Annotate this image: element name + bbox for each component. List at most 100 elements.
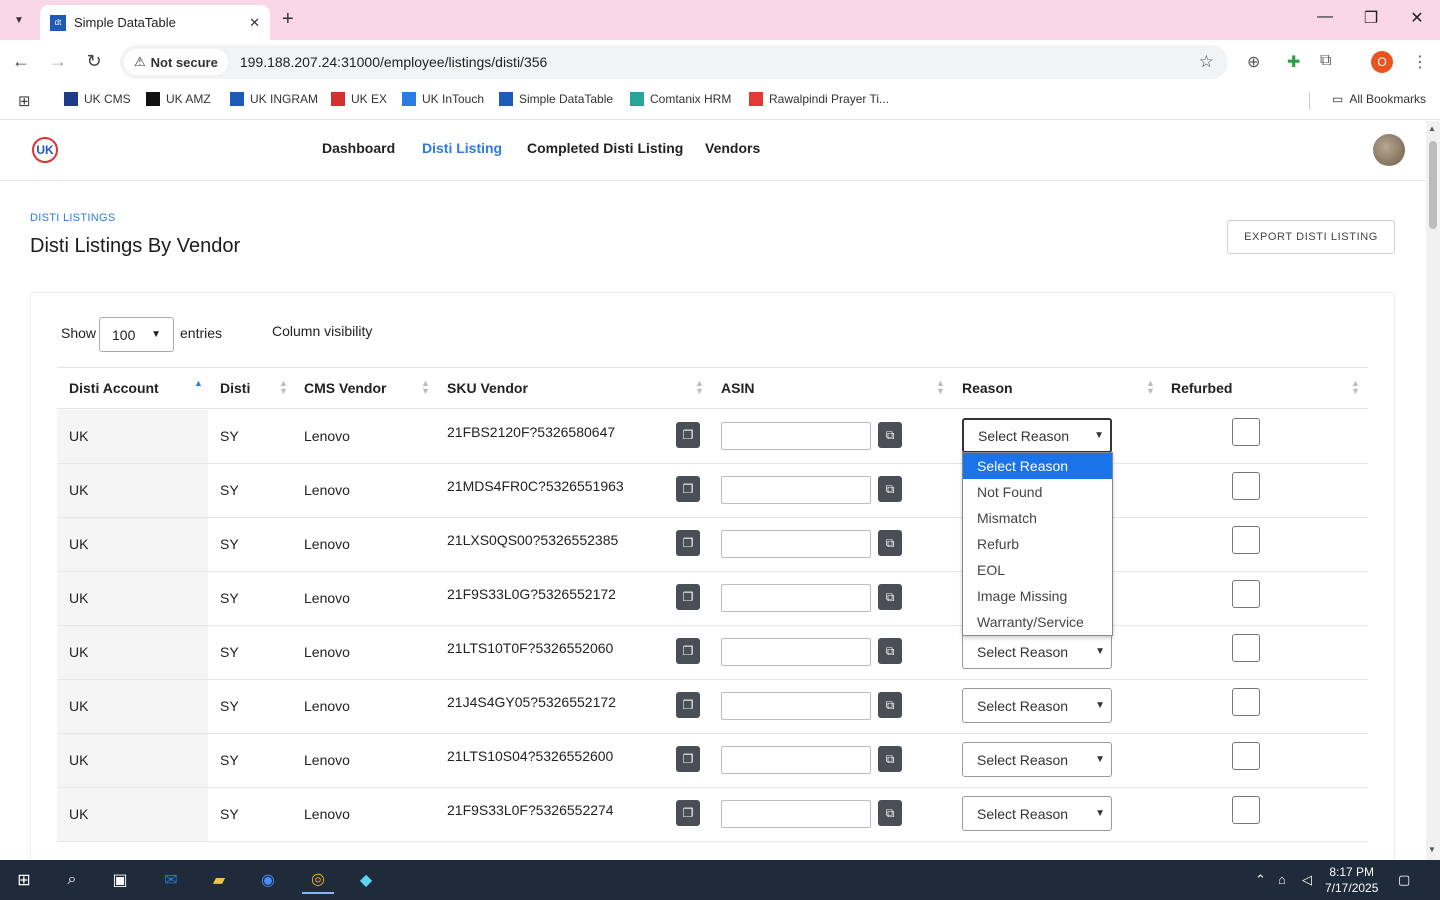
copy-sku-button[interactable]: ❐ [676,422,700,448]
asin-input[interactable] [721,476,871,504]
zoom-icon[interactable]: ◉ [252,866,284,894]
bookmark-item[interactable]: UK INGRAM [230,92,318,106]
extension-plus-icon[interactable]: ✚ [1287,52,1300,72]
column-header-asin[interactable]: ASIN [721,380,754,396]
nav-completed-disti-listing[interactable]: Completed Disti Listing [527,140,683,156]
page-scrollbar[interactable]: ▲ ▼ [1426,121,1440,860]
minimize-button[interactable]: — [1302,8,1348,26]
asin-input[interactable] [721,800,871,828]
close-tab-icon[interactable]: ✕ [249,15,260,31]
restore-button[interactable]: ❐ [1348,8,1394,28]
column-header-disti[interactable]: Disti [220,380,250,396]
windows-start-icon[interactable]: ⊞ [8,866,40,894]
copy-asin-button[interactable]: ⧉ [878,422,902,448]
bookmark-item[interactable]: Comtanix HRM [630,92,731,106]
search-icon[interactable]: ⌕ [56,866,88,894]
copy-sku-button[interactable]: ❐ [676,476,700,502]
nav-dashboard[interactable]: Dashboard [322,140,395,156]
reason-option[interactable]: Warranty/Service [963,609,1112,635]
asin-input[interactable] [721,584,871,612]
refurbed-checkbox[interactable] [1232,418,1260,446]
asin-input[interactable] [721,422,871,450]
refurbed-checkbox[interactable] [1232,742,1260,770]
reason-option[interactable]: Refurb [963,531,1112,557]
refurbed-checkbox[interactable] [1232,580,1260,608]
column-header-refurbed[interactable]: Refurbed [1171,380,1232,396]
reason-option[interactable]: Select Reason [963,453,1112,479]
browser-tab[interactable]: dt Simple DataTable ✕ [40,5,270,40]
copy-sku-button[interactable]: ❐ [676,638,700,664]
all-bookmarks-button[interactable]: ▭ All Bookmarks [1332,92,1426,106]
translate-icon[interactable]: ⊕ [1247,52,1260,72]
app-diamond-icon[interactable]: ◆ [350,866,382,894]
sort-icon[interactable]: ▲ ▼ [1351,379,1360,396]
app-logo[interactable]: UK [32,137,58,163]
bookmark-item[interactable]: UK InTouch [402,92,484,106]
reason-select[interactable]: Select Reason ▼ [962,634,1112,669]
refurbed-checkbox[interactable] [1232,634,1260,662]
chrome-icon[interactable]: ◎ [302,866,334,894]
bookmark-item[interactable]: Simple DataTable [499,92,613,106]
reason-select[interactable]: Select Reason ▼ [962,688,1112,723]
profile-avatar[interactable]: O [1371,51,1393,73]
volume-icon[interactable]: ◁ [1302,872,1312,888]
copy-asin-button[interactable]: ⧉ [878,746,902,772]
reason-dropdown-list[interactable]: Select Reason Not Found Mismatch Refurb EOL I… [962,452,1113,636]
site-info-chip[interactable]: ⚠ Not secure [124,49,228,75]
extensions-puzzle-icon[interactable]: ⧉ [1320,52,1331,70]
asin-input[interactable] [721,692,871,720]
tab-search-button[interactable]: ▼ [8,9,30,31]
column-header-disti-account[interactable]: Disti Account [69,380,159,396]
bookmark-item[interactable]: Rawalpindi Prayer Ti... [749,92,889,106]
asin-input[interactable] [721,746,871,774]
task-view-icon[interactable]: ▣ [104,866,136,894]
sort-icon[interactable]: ▲ ▼ [279,379,288,396]
sort-icon[interactable]: ▲ ▼ [421,379,430,396]
bookmark-item[interactable]: UK EX [331,92,387,106]
column-header-reason[interactable]: Reason [962,380,1013,396]
copy-asin-button[interactable]: ⧉ [878,800,902,826]
copy-sku-button[interactable]: ❐ [676,692,700,718]
notifications-icon[interactable]: ▢ [1398,872,1410,888]
page-length-select[interactable]: 100 ▼ [99,317,174,352]
reason-option[interactable]: Mismatch [963,505,1112,531]
user-avatar[interactable] [1373,134,1405,166]
column-header-cms-vendor[interactable]: CMS Vendor [304,380,386,396]
column-visibility-button[interactable]: Column visibility [272,323,372,339]
reason-select[interactable]: Select Reason ▼ [962,418,1112,453]
reason-select[interactable]: Select Reason ▼ [962,742,1112,777]
reason-option[interactable]: Image Missing [963,583,1112,609]
nav-vendors[interactable]: Vendors [705,140,760,156]
copy-sku-button[interactable]: ❐ [676,746,700,772]
refurbed-checkbox[interactable] [1232,472,1260,500]
scroll-up-arrow-icon[interactable]: ▲ [1428,124,1436,133]
tray-chevron-up-icon[interactable]: ⌃ [1255,872,1266,888]
scrollbar-thumb[interactable] [1429,141,1437,229]
reload-icon[interactable]: ↻ [83,51,105,72]
sort-icon[interactable]: ▲ ▼ [695,379,704,396]
refurbed-checkbox[interactable] [1232,796,1260,824]
reason-select[interactable]: Select Reason ▼ [962,796,1112,831]
refurbed-checkbox[interactable] [1232,526,1260,554]
kebab-menu-icon[interactable]: ⋮ [1412,52,1428,72]
column-header-sku-vendor[interactable]: SKU Vendor [447,380,528,396]
sort-icon[interactable]: ▲ ▼ [936,379,945,396]
copy-asin-button[interactable]: ⧉ [878,476,902,502]
forward-arrow-icon[interactable]: → [47,51,69,72]
apps-grid-icon[interactable]: ⊞ [18,92,31,110]
system-clock[interactable]: 8:17 PM 7/17/2025 [1325,864,1378,896]
close-window-button[interactable]: ✕ [1394,8,1440,28]
sort-icon[interactable]: ▲ [194,379,203,388]
file-explorer-icon[interactable]: ▰ [203,866,235,894]
bookmark-star-icon[interactable]: ☆ [1199,52,1214,72]
url-text[interactable]: 199.188.207.24:31000/employee/listings/d… [240,54,547,70]
copy-sku-button[interactable]: ❐ [676,800,700,826]
export-disti-listing-button[interactable]: EXPORT DISTI LISTING [1227,220,1395,254]
asin-input[interactable] [721,638,871,666]
new-tab-button[interactable]: + [282,8,294,31]
copy-asin-button[interactable]: ⧉ [878,584,902,610]
copy-asin-button[interactable]: ⧉ [878,692,902,718]
scroll-down-arrow-icon[interactable]: ▼ [1428,845,1436,854]
copy-asin-button[interactable]: ⧉ [878,530,902,556]
back-arrow-icon[interactable]: ← [10,51,32,72]
